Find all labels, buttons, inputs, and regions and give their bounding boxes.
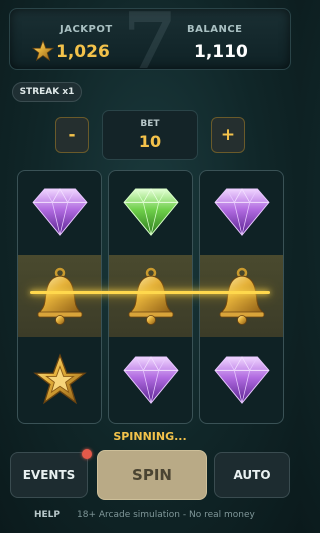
bet-label: BET — [140, 119, 160, 129]
bet-display: BET 10 — [102, 110, 198, 160]
reel-2-symbol-bottom — [109, 339, 192, 421]
golden-bell-icon — [36, 267, 83, 325]
jackpot-label: JACKPOT — [60, 24, 113, 35]
help-link[interactable]: HELP — [34, 510, 60, 520]
reel-1-symbol-middle — [18, 255, 101, 337]
reel-2-symbol-middle — [109, 255, 192, 337]
reel-1-symbol-bottom — [18, 339, 101, 421]
purple-diamond-icon — [213, 356, 270, 404]
disclaimer-text: 18+ Arcade simulation - No real money — [77, 510, 255, 520]
jackpot-star-icon — [32, 40, 54, 62]
notification-dot — [82, 449, 92, 459]
gold-star-icon — [32, 353, 87, 405]
reel-3 — [199, 170, 284, 424]
seven-watermark: 7 — [122, 8, 178, 70]
reel-2 — [108, 170, 193, 424]
golden-bell-icon — [218, 267, 265, 325]
jackpot-value: 1,026 — [56, 42, 110, 62]
bet-decrease-button[interactable]: - — [55, 117, 89, 153]
purple-diamond-icon — [213, 188, 270, 236]
reel-3-symbol-top — [200, 171, 283, 253]
streak-badge: STREAK x1 — [12, 82, 82, 102]
spin-button[interactable]: SPIN — [97, 450, 207, 500]
reel-2-symbol-top — [109, 171, 192, 253]
reel-1 — [17, 170, 102, 424]
events-button[interactable]: EVENTS — [10, 452, 88, 498]
balance-label: BALANCE — [187, 24, 243, 35]
purple-diamond-icon — [122, 356, 179, 404]
reel-3-symbol-middle — [200, 255, 283, 337]
jackpot-balance-panel: 7 JACKPOT 1,026 BALANCE 1,110 — [9, 8, 291, 70]
auto-button[interactable]: AUTO — [214, 452, 290, 498]
purple-diamond-icon — [31, 188, 88, 236]
balance-value: 1,110 — [194, 42, 248, 62]
golden-bell-icon — [127, 267, 174, 325]
bet-increase-button[interactable]: + — [211, 117, 245, 153]
payline — [30, 291, 270, 294]
spin-status: SPINNING... — [113, 430, 187, 443]
reel-1-symbol-top — [18, 171, 101, 253]
reel-3-symbol-bottom — [200, 339, 283, 421]
bet-value: 10 — [138, 132, 162, 151]
green-diamond-icon — [122, 188, 179, 236]
